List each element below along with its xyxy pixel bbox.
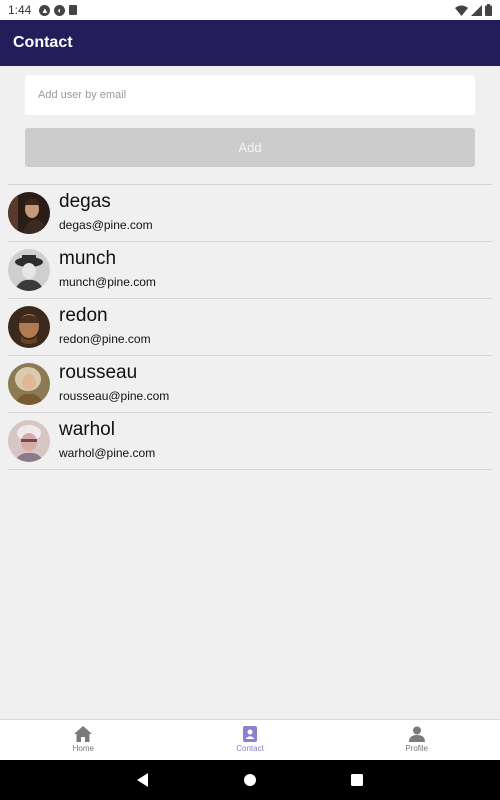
notification-icons: ▲ ◐: [39, 4, 78, 16]
home-circle-icon[interactable]: [242, 772, 258, 788]
nav-label: Profile: [405, 744, 429, 753]
contact-name: degas: [59, 190, 111, 212]
contact-row[interactable]: redon redon@pine.com: [8, 299, 492, 356]
portrait-redon-icon: [8, 306, 50, 348]
nav-label: Home: [72, 744, 94, 753]
contact-row[interactable]: munch munch@pine.com: [8, 242, 492, 299]
contact-email: degas@pine.com: [59, 217, 153, 232]
portrait-munch-icon: [8, 249, 50, 291]
bottom-nav: Home Contact Profile: [0, 719, 500, 761]
contact-name: warhol: [59, 418, 115, 440]
email-input[interactable]: [25, 75, 475, 115]
contact-name: munch: [59, 247, 117, 269]
contact-email: redon@pine.com: [59, 331, 151, 346]
contact-name: redon: [59, 304, 108, 326]
app-notification-icon: ◐: [54, 4, 66, 16]
nav-item-profile[interactable]: Profile: [333, 720, 500, 761]
contact-row[interactable]: warhol warhol@pine.com: [8, 413, 492, 470]
avatar: [8, 306, 50, 348]
nav-item-home[interactable]: Home: [0, 720, 167, 761]
avatar: [8, 192, 50, 234]
contact-row[interactable]: rousseau rousseau@pine.com: [8, 356, 492, 413]
back-icon[interactable]: [135, 772, 151, 788]
portrait-degas-icon: [8, 192, 50, 234]
contact-row[interactable]: degas degas@pine.com: [8, 185, 492, 242]
home-icon: [74, 726, 93, 742]
avatar: [8, 420, 50, 462]
contact-email: rousseau@pine.com: [59, 388, 170, 403]
status-time: 1:44: [8, 3, 32, 17]
status-bar: 1:44 ▲ ◐: [0, 0, 500, 20]
system-nav-bar: [0, 760, 500, 800]
wifi-icon: [455, 5, 468, 16]
person-icon: [408, 726, 425, 742]
signal-icon: [471, 4, 482, 16]
contact-list: degas degas@pine.com munch munch@pine.co…: [8, 184, 492, 470]
nav-item-contact[interactable]: Contact: [167, 720, 334, 761]
contact-name: rousseau: [59, 361, 138, 383]
avatar: [8, 363, 50, 405]
contact-book-icon: [243, 726, 257, 742]
recents-icon[interactable]: [349, 772, 365, 788]
app-notification-icon: ▲: [39, 4, 51, 16]
system-status-icons: [455, 4, 492, 16]
sd-card-icon: [69, 5, 78, 15]
portrait-rousseau-icon: [8, 363, 50, 405]
contact-email: warhol@pine.com: [59, 445, 156, 460]
contact-email: munch@pine.com: [59, 274, 156, 289]
battery-icon: [485, 4, 492, 16]
page-title: Contact: [13, 34, 73, 51]
add-button[interactable]: Add: [25, 128, 475, 167]
portrait-warhol-icon: [8, 420, 50, 462]
avatar: [8, 249, 50, 291]
app-bar: Contact: [0, 20, 500, 66]
nav-label: Contact: [236, 744, 264, 753]
